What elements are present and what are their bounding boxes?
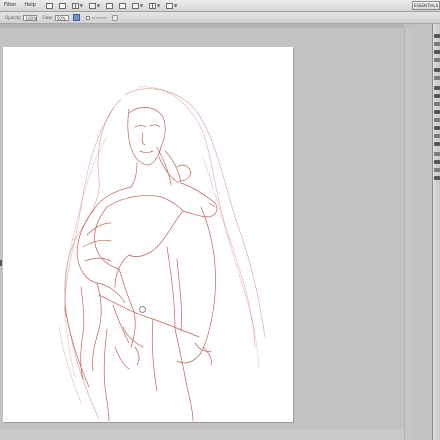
brush-tool-icon[interactable] <box>434 94 440 98</box>
view-extras-icon[interactable] <box>71 2 79 9</box>
tools-panel <box>432 24 440 440</box>
path-select-icon[interactable] <box>434 168 440 172</box>
quick-select-icon[interactable] <box>434 58 440 62</box>
screen-mode-icon[interactable] <box>166 2 174 9</box>
rotate-view-icon[interactable] <box>131 2 139 9</box>
panel-edge-marker <box>0 260 2 266</box>
clone-stamp-icon[interactable] <box>434 102 440 106</box>
sketch-drawing <box>58 86 266 422</box>
document-canvas[interactable] <box>3 47 293 422</box>
blur-icon[interactable] <box>434 134 440 138</box>
eraser-icon[interactable] <box>434 118 440 122</box>
brush-cursor <box>139 306 146 313</box>
lasso-tool-icon[interactable] <box>434 50 440 54</box>
opacity-label: Opacity: <box>5 15 22 20</box>
shape-tool-icon[interactable] <box>434 176 440 180</box>
pen-tool-icon[interactable] <box>434 152 440 156</box>
flow-label: Flow: <box>42 15 53 20</box>
vertical-scrollbar[interactable] <box>404 29 413 440</box>
hand-tool-icon[interactable] <box>105 2 113 9</box>
workspace-switcher-button[interactable]: ESSENTIALS <box>412 1 440 10</box>
eyedropper-icon[interactable] <box>434 76 440 80</box>
chevron-down-icon[interactable]: ▼ <box>174 3 177 8</box>
tablet-pressure-icon[interactable] <box>111 14 118 21</box>
dodge-icon[interactable] <box>434 142 440 146</box>
chevron-down-icon[interactable]: ▼ <box>140 3 143 8</box>
airbrush-icon[interactable] <box>72 14 80 21</box>
chevron-down-icon[interactable]: ▼ <box>80 3 83 8</box>
flow-field[interactable]: 50% <box>54 14 69 21</box>
chevron-down-icon[interactable]: ▼ <box>157 3 160 8</box>
document-tab-bar <box>0 24 404 28</box>
crop-tool-icon[interactable] <box>434 68 440 72</box>
zoom-level-icon[interactable] <box>88 2 96 9</box>
option-checkbox[interactable] <box>85 15 90 20</box>
history-brush-icon[interactable] <box>434 110 440 114</box>
menu-help[interactable]: Help <box>20 0 39 11</box>
menu-filter[interactable]: Filter <box>0 0 20 11</box>
chevron-down-icon[interactable]: ▼ <box>97 3 100 8</box>
launch-bridge-icon[interactable] <box>45 2 53 9</box>
menu-bar: Filter Help ▼ ▼ ▼ ▼ ▼ ESSENTIALS <box>0 0 440 12</box>
healing-brush-icon[interactable] <box>434 86 440 90</box>
launch-mini-bridge-icon[interactable] <box>58 2 66 9</box>
option-checkbox-label-icon: ▬▬▬▬ <box>91 15 107 20</box>
arrange-documents-icon[interactable] <box>149 2 157 9</box>
marquee-tool-icon[interactable] <box>434 42 440 46</box>
zoom-tool-icon[interactable] <box>118 2 126 9</box>
options-bar: Opacity: 100% Flow: 50% ▬▬▬▬ <box>0 12 440 24</box>
gradient-icon[interactable] <box>434 126 440 130</box>
opacity-field[interactable]: 100% <box>23 14 38 21</box>
move-tool-icon[interactable] <box>434 34 440 38</box>
type-tool-icon[interactable] <box>434 160 440 164</box>
status-area <box>0 429 404 440</box>
